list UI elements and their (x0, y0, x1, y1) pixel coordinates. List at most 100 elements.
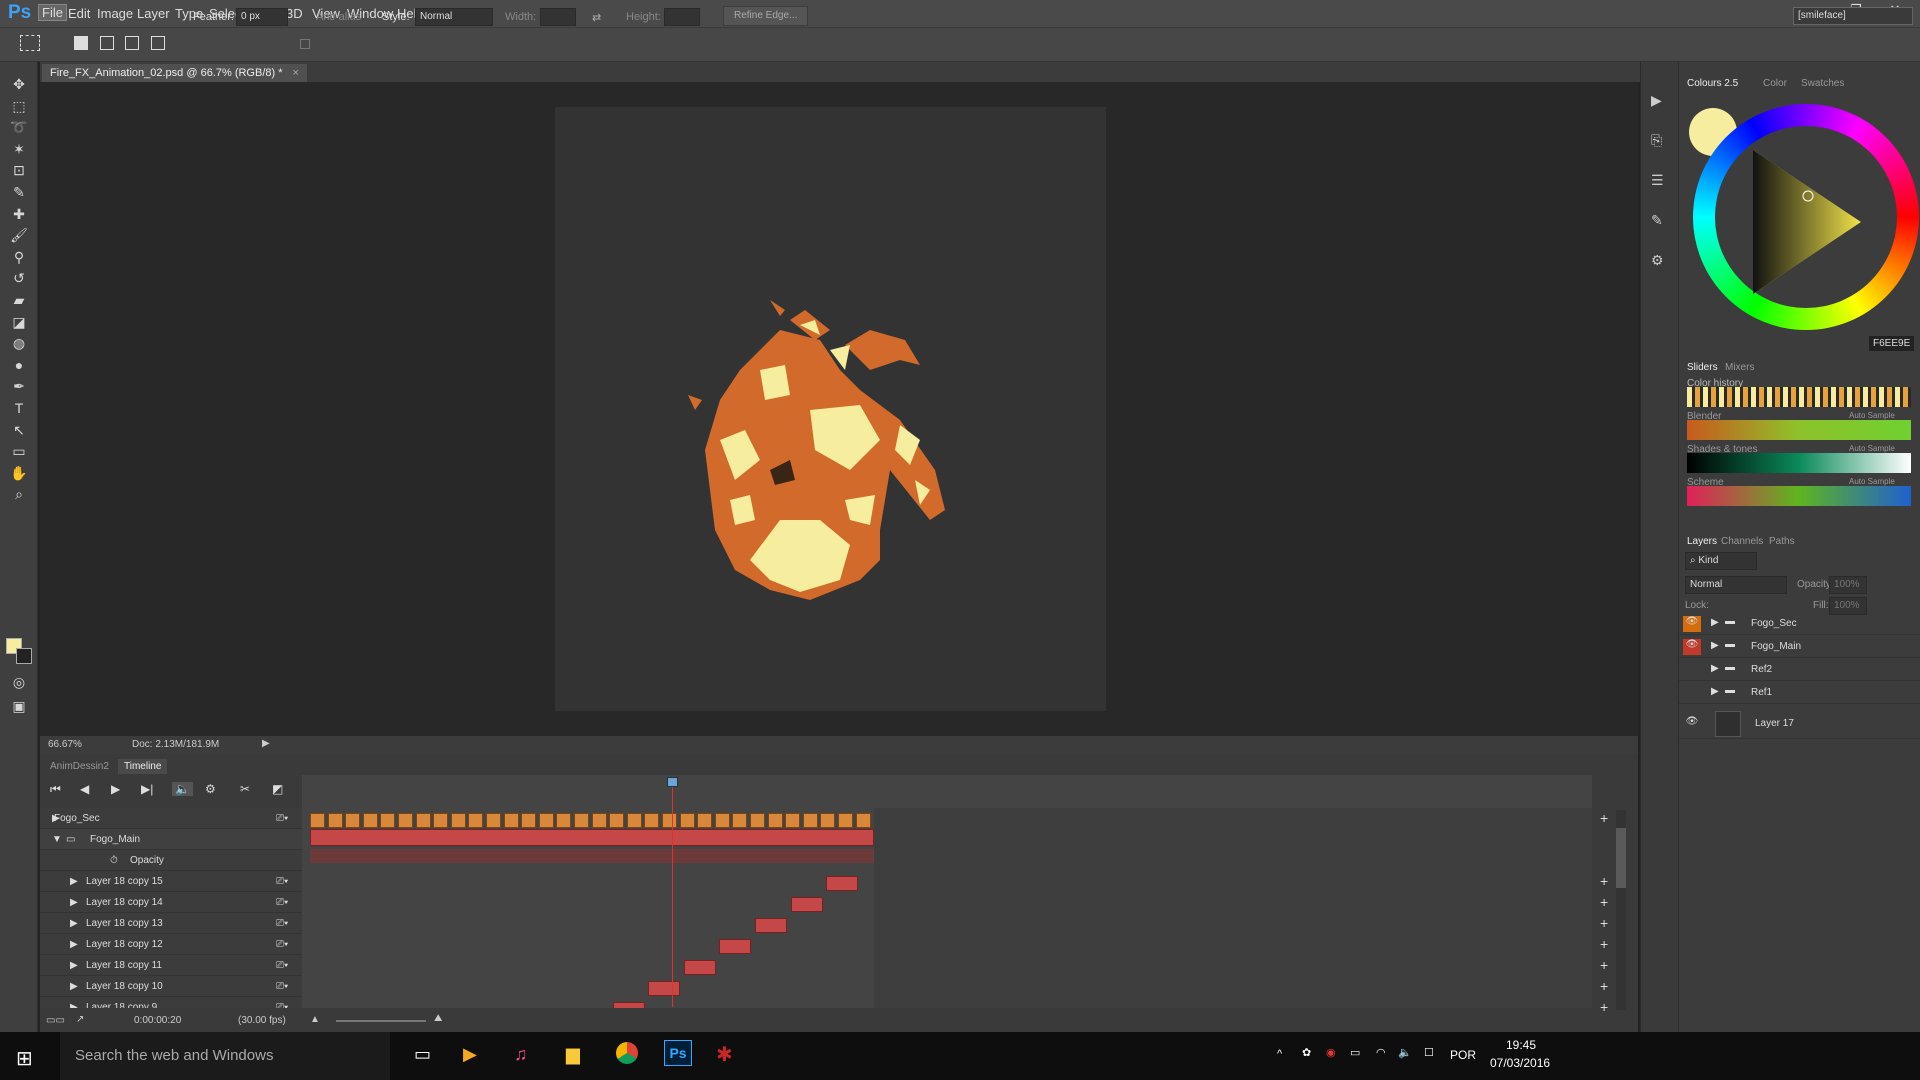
dodge-tool-icon[interactable]: ● (8, 355, 30, 375)
expand-arrow-icon[interactable]: ▼ (52, 834, 62, 845)
screen-mode-icon[interactable]: ▣ (8, 696, 30, 716)
expand-arrow-icon[interactable]: ▶ (70, 876, 78, 887)
transition-icon[interactable]: ◩ (272, 782, 283, 796)
expand-arrow-icon[interactable]: ▶ (1711, 663, 1719, 674)
playhead-handle[interactable] (667, 777, 678, 787)
brush-presets-icon[interactable]: ✎ (1651, 212, 1663, 229)
frame-clip[interactable] (450, 813, 466, 828)
audio-icon[interactable]: 🔈 (172, 782, 193, 796)
windows-start-icon[interactable]: ⊞ (16, 1046, 33, 1071)
frame-clip[interactable] (521, 813, 537, 828)
actions-icon[interactable]: ▶ (1651, 92, 1662, 109)
add-keyframe-icon[interactable]: + (1600, 957, 1608, 973)
tab-layers[interactable]: Layers (1687, 536, 1717, 547)
frame-clip[interactable] (503, 813, 519, 828)
clock-date[interactable]: 07/03/2016 (1490, 1056, 1550, 1070)
history-brush-tool-icon[interactable]: ↺ (8, 268, 30, 288)
layer-row[interactable]: ▶ ▬ Ref1 (1679, 682, 1920, 704)
background-color-swatch[interactable] (16, 648, 32, 664)
scheme-auto-sample[interactable]: Auto Sample (1849, 477, 1895, 486)
add-keyframe-icon[interactable]: + (1600, 936, 1608, 952)
next-frame-icon[interactable]: ▶| (141, 782, 153, 796)
frame-clip[interactable] (750, 813, 765, 828)
lasso-tool-icon[interactable]: ➰ (8, 117, 30, 137)
layer-clip[interactable] (755, 918, 787, 933)
volume-icon[interactable]: 🔈 (1398, 1046, 1412, 1059)
swap-icon[interactable]: ⇄ (592, 11, 601, 24)
quick-mask-icon[interactable]: ◎ (8, 672, 30, 692)
pen-tool-icon[interactable]: ✒ (8, 376, 30, 396)
paint-bucket-tool-icon[interactable]: ◪ (8, 312, 30, 332)
add-selection-icon[interactable] (100, 36, 114, 50)
layer-row[interactable]: 👁 ▶ ▬ Fogo_Sec (1679, 613, 1920, 635)
tab-color[interactable]: Color (1763, 78, 1787, 89)
tab-animdessin2[interactable]: AnimDessin2 (44, 759, 115, 774)
add-keyframe-icon[interactable]: + (1600, 894, 1608, 910)
menu-3d[interactable]: 3D (286, 6, 303, 21)
battery-icon[interactable]: ▭ (1350, 1046, 1360, 1059)
film-icon[interactable]: ⎚▾ (276, 876, 288, 887)
new-selection-icon[interactable] (74, 36, 88, 50)
layer-clip[interactable] (683, 960, 716, 975)
file-explorer-icon[interactable]: ▆ (566, 1044, 580, 1065)
clock-time[interactable]: 19:45 (1506, 1038, 1536, 1052)
expand-arrow-icon[interactable]: ▶ (70, 1002, 78, 1008)
frame-clip[interactable] (626, 813, 642, 828)
red-app-icon[interactable]: ✱ (716, 1042, 733, 1067)
frame-clip[interactable] (714, 813, 730, 828)
type-tool-icon[interactable]: T (8, 398, 30, 418)
zoom-out-timeline-icon[interactable]: ▲ (310, 1014, 320, 1025)
layer-row[interactable]: 👁 ▶ ▬ Fogo_Main (1679, 636, 1920, 658)
blend-mode-select[interactable]: Normal (1685, 576, 1787, 594)
render-video-icon[interactable]: ↗ (76, 1014, 84, 1025)
tab-swatches[interactable]: Swatches (1801, 78, 1844, 89)
timeline-row[interactable]: ▶ Fogo_Sec ⎚▾ (40, 808, 302, 829)
photoshop-taskbar-icon[interactable]: Ps (664, 1040, 692, 1066)
frame-clip[interactable] (785, 813, 801, 828)
frame-clip[interactable] (820, 813, 836, 828)
expand-arrow-icon[interactable]: ▶ (70, 897, 78, 908)
frame-clip[interactable] (802, 813, 818, 828)
film-icon[interactable]: ⎚▾ (276, 813, 288, 824)
tab-colours[interactable]: Colours 2.5 (1687, 78, 1738, 89)
film-icon[interactable]: ⎚▾ (276, 897, 288, 908)
language-indicator[interactable]: POR (1450, 1048, 1476, 1062)
frame-clip[interactable] (767, 813, 783, 828)
timeline-row[interactable]: ▶ Layer 18 copy 9 ⎚▾ (40, 997, 302, 1008)
opacity-track[interactable] (310, 849, 874, 863)
film-icon[interactable]: ⎚▾ (276, 939, 288, 950)
search-box[interactable]: Search the web and Windows (60, 1032, 390, 1080)
frame-clip[interactable] (362, 813, 378, 828)
frame-clip[interactable] (327, 813, 343, 828)
menu-image[interactable]: Image (97, 6, 133, 21)
tray-red-icon[interactable]: ◉ (1326, 1046, 1336, 1059)
menu-layer[interactable]: Layer (137, 6, 170, 21)
settings-icon[interactable]: ⚙ (205, 782, 216, 796)
frame-clip[interactable] (486, 813, 501, 828)
visibility-eye-icon[interactable] (1683, 662, 1701, 678)
antialias-checkbox[interactable] (300, 39, 310, 49)
layer-clip[interactable] (719, 939, 752, 954)
tray-expand-icon[interactable]: ^ (1277, 1048, 1282, 1060)
expand-arrow-icon[interactable]: ▶ (1711, 640, 1719, 651)
style-select[interactable]: Normal (415, 8, 493, 26)
frame-clip[interactable] (415, 813, 431, 828)
play-icon[interactable]: ▶ (111, 782, 120, 796)
frame-clip[interactable] (345, 813, 361, 828)
width-input[interactable] (540, 8, 576, 26)
add-keyframe-icon[interactable]: + (1600, 873, 1608, 889)
workspace-select[interactable]: [smileface] (1793, 7, 1913, 25)
tab-timeline[interactable]: Timeline (118, 759, 168, 774)
blender-bar[interactable] (1687, 420, 1911, 440)
visibility-eye-icon[interactable]: 👁 (1683, 639, 1701, 655)
expand-arrow-icon[interactable]: ▶ (70, 918, 78, 929)
visibility-eye-icon[interactable] (1683, 685, 1701, 701)
timeline-row[interactable]: ▶ Layer 18 copy 10 ⎚▾ (40, 976, 302, 997)
blur-tool-icon[interactable]: ◍ (8, 333, 30, 353)
frame-mode-icon[interactable]: ▭▭ (46, 1015, 65, 1026)
visibility-eye-icon[interactable]: 👁 (1683, 616, 1701, 632)
color-history-strip[interactable] (1687, 387, 1911, 407)
adjustments-icon[interactable]: ☰ (1651, 172, 1664, 189)
menu-edit[interactable]: Edit (68, 6, 90, 21)
frame-clip[interactable] (538, 813, 554, 828)
